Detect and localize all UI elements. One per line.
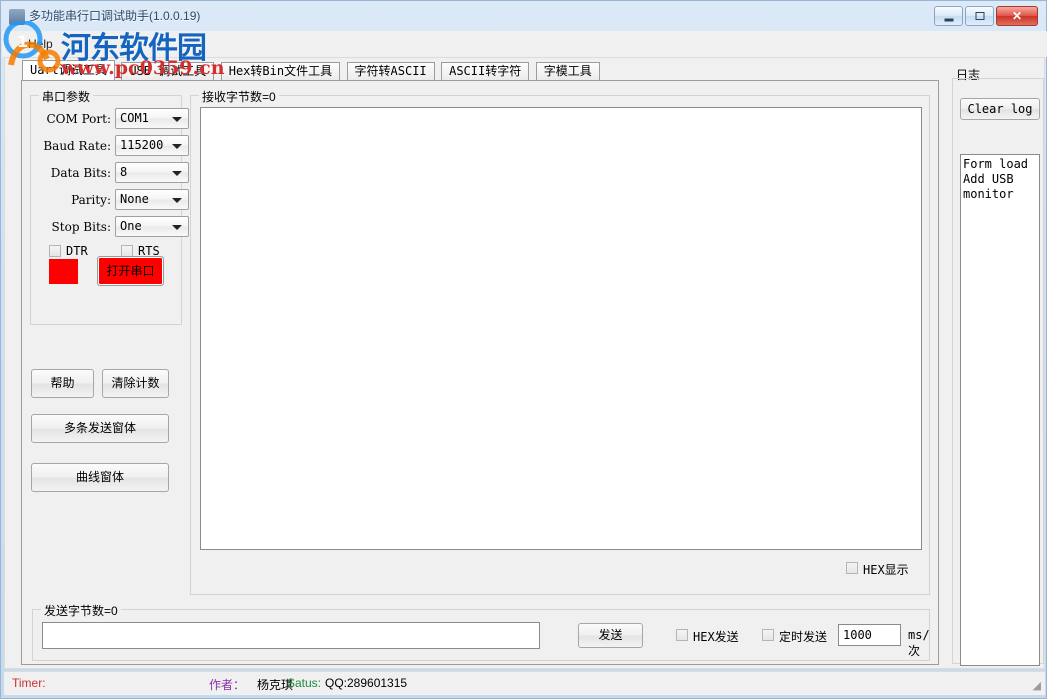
tab-char2ascii[interactable]: 字符转ASCII xyxy=(346,62,435,81)
tab-uart-tool[interactable]: Uart调试工具 xyxy=(22,60,115,81)
log-panel-frame: Clear log Form load Add USB monitor xyxy=(952,78,1044,666)
com-port-label: COM Port: xyxy=(46,112,111,126)
maximize-icon xyxy=(975,12,984,20)
chevron-down-icon xyxy=(172,171,182,176)
data-bits-label: Data Bits: xyxy=(50,166,111,180)
curve-window-button[interactable]: 曲线窗体 xyxy=(31,463,169,492)
send-group: 发送字节数=0 发送 HEX发送 定时发送 ms/次 xyxy=(32,602,930,661)
receive-byte-count-label: 接收字节数=0 xyxy=(199,88,279,105)
status-timer: Timer: xyxy=(12,676,46,690)
status-bar: Timer: 作者： 杨克琪 Satus: QQ:289601315 ◢ xyxy=(4,671,1045,695)
help-button[interactable]: 帮助 xyxy=(31,369,94,398)
menu-bar: Help xyxy=(2,31,1047,57)
tab-usb-tool[interactable]: USB 调试工具 xyxy=(121,62,215,81)
chevron-down-icon xyxy=(172,225,182,230)
checkbox-box xyxy=(49,245,61,257)
stop-bits-label: Stop Bits: xyxy=(51,220,111,234)
send-byte-count-label: 发送字节数=0 xyxy=(41,602,121,619)
baud-rate-label: Baud Rate: xyxy=(43,139,111,153)
status-qq-value: QQ:289601315 xyxy=(325,676,408,690)
multi-send-window-button[interactable]: 多条发送窗体 xyxy=(31,414,169,443)
checkbox-box xyxy=(846,562,858,574)
send-button[interactable]: 发送 xyxy=(578,623,643,648)
com-port-value: COM1 xyxy=(120,111,149,125)
parity-label: Parity: xyxy=(71,193,111,207)
status-status-label: Satus: xyxy=(287,676,322,690)
close-icon: ✕ xyxy=(1011,9,1023,23)
checkbox-box xyxy=(762,629,774,641)
tab-font-tool[interactable]: 字模工具 xyxy=(535,62,600,81)
send-interval-unit-label: ms/次 xyxy=(908,628,930,658)
hex-display-label: HEX显示 xyxy=(863,563,909,577)
chevron-down-icon xyxy=(172,198,182,203)
clear-log-button[interactable]: Clear log xyxy=(960,98,1040,120)
chevron-down-icon xyxy=(172,144,182,149)
close-button[interactable]: ✕ xyxy=(996,6,1038,26)
send-interval-input[interactable] xyxy=(838,624,901,646)
tab-ascii2char[interactable]: ASCII转字符 xyxy=(441,62,530,81)
parity-select[interactable]: None xyxy=(115,189,189,210)
serial-params-group: 串口参数 COM Port: COM1 Baud Rate: 115200 Da… xyxy=(30,88,189,325)
dtr-label: DTR xyxy=(66,244,88,258)
receive-textarea[interactable] xyxy=(200,107,922,550)
chevron-down-icon xyxy=(172,117,182,122)
client-area: Uart调试工具 USB 调试工具 Hex转Bin文件工具 字符转ASCII A… xyxy=(4,57,1045,669)
minimize-icon xyxy=(944,18,953,22)
window-title: 多功能串行口调试助手(1.0.0.19) xyxy=(29,9,201,23)
stop-bits-value: One xyxy=(120,219,142,233)
minimize-button[interactable] xyxy=(934,6,963,26)
connection-status-indicator xyxy=(49,259,78,284)
menu-item-help[interactable]: Help xyxy=(22,36,59,52)
tab-page-uart: 串口参数 COM Port: COM1 Baud Rate: 115200 Da… xyxy=(21,80,939,665)
maximize-button[interactable] xyxy=(965,6,994,26)
send-input[interactable] xyxy=(42,622,540,649)
data-bits-select[interactable]: 8 xyxy=(115,162,189,183)
status-author-label: 作者： xyxy=(209,678,246,692)
checkbox-box xyxy=(676,629,688,641)
timed-send-label: 定时发送 xyxy=(779,630,828,644)
stop-bits-select[interactable]: One xyxy=(115,216,189,237)
open-serial-port-button[interactable]: 打开串口 xyxy=(97,256,164,286)
parity-value: None xyxy=(120,192,149,206)
hex-send-label: HEX发送 xyxy=(693,630,739,644)
baud-rate-value: 115200 xyxy=(120,138,164,152)
serial-params-title: 串口参数 xyxy=(39,88,94,105)
tab-hex2bin-tool[interactable]: Hex转Bin文件工具 xyxy=(220,62,341,81)
title-bar: 多功能串行口调试助手(1.0.0.19) ✕ xyxy=(1,1,1046,31)
app-icon xyxy=(9,9,25,25)
log-textarea[interactable]: Form load Add USB monitor xyxy=(960,154,1040,666)
receive-group: 接收字节数=0 HEX显示 xyxy=(190,88,930,595)
clear-count-button[interactable]: 清除计数 xyxy=(102,369,169,398)
tab-strip: Uart调试工具 USB 调试工具 Hex转Bin文件工具 字符转ASCII A… xyxy=(22,60,602,81)
resize-grip-icon[interactable]: ◢ xyxy=(1033,679,1041,692)
data-bits-value: 8 xyxy=(120,165,128,179)
com-port-select[interactable]: COM1 xyxy=(115,108,189,129)
log-panel: 日志 Clear log Form load Add USB monitor xyxy=(950,66,1046,666)
application-window: 多功能串行口调试助手(1.0.0.19) ✕ Help 1 河东软件园 www.… xyxy=(0,0,1047,699)
baud-rate-select[interactable]: 115200 xyxy=(115,135,189,156)
